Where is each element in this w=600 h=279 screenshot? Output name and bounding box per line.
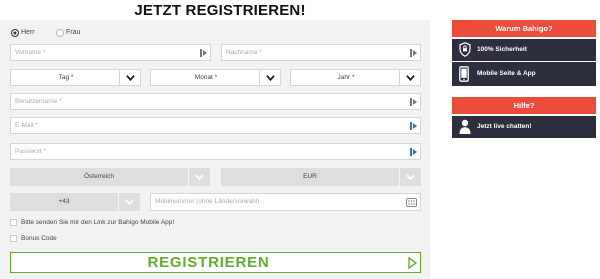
chevron-down-icon (125, 199, 134, 205)
currency-value: EUR (303, 173, 317, 180)
last-name-field[interactable]: Nachname * (221, 44, 421, 61)
mobile-app-label: Mobile Seite & App (477, 70, 536, 77)
shield-lock-icon (459, 42, 471, 57)
smartphone-icon (459, 66, 469, 82)
birth-day-select[interactable]: Tag * (10, 69, 141, 86)
mobile-number-placeholder: Mobilnummer (ohne Ländervorwahl) (155, 198, 260, 205)
birth-month-value: Monat * (194, 74, 218, 81)
autofill-icon (200, 49, 207, 57)
username-placeholder: Benutzername * (15, 98, 62, 105)
register-button-label: REGISTRIEREN (147, 254, 270, 271)
salutation-label-herr: Herr (21, 29, 35, 36)
security-item: 100% Sicherheit (452, 39, 596, 61)
autofill-icon (410, 148, 417, 156)
register-button[interactable]: REGISTRIEREN (10, 252, 421, 273)
security-label: 100% Sicherheit (477, 46, 527, 53)
why-bahigo-header: Warum Bahigo? (452, 20, 596, 37)
birth-year-select[interactable]: Jahr * (290, 69, 421, 86)
chevron-down-icon (126, 75, 135, 82)
birth-year-value: Jahr * (337, 74, 355, 81)
app-link-checkbox[interactable] (10, 219, 17, 226)
phone-prefix-dropdown-button[interactable] (118, 193, 140, 211)
email-placeholder: E-Mail * (15, 122, 38, 129)
first-name-placeholder: Vorname * (15, 49, 46, 56)
chevron-down-icon (266, 75, 275, 82)
birth-month-select[interactable]: Monat * (150, 69, 281, 86)
currency-select[interactable]: EUR (221, 168, 421, 186)
phone-prefix-select[interactable]: +43 (10, 193, 140, 211)
salutation-radio-herr[interactable] (11, 29, 19, 37)
bonus-code-checkbox[interactable] (10, 235, 17, 242)
password-placeholder: Passwort * (15, 148, 47, 155)
country-value: Österreich (84, 173, 114, 180)
live-chat-item[interactable]: Jetzt live chatten! (452, 116, 596, 138)
birth-day-value: Tag * (58, 74, 74, 81)
chevron-down-icon (195, 174, 204, 180)
birth-day-dropdown-button[interactable] (119, 70, 140, 85)
help-header: Hilfe? (452, 97, 596, 114)
country-dropdown-button[interactable] (188, 168, 210, 186)
phone-prefix-value: +43 (58, 198, 70, 205)
email-field[interactable]: E-Mail * (10, 117, 421, 134)
autofill-icon (410, 122, 417, 130)
username-field[interactable]: Benutzername * (10, 93, 421, 110)
currency-dropdown-button[interactable] (399, 168, 421, 186)
country-select[interactable]: Österreich (10, 168, 210, 186)
password-field[interactable]: Passwort * (10, 143, 421, 160)
keypad-icon (406, 198, 417, 207)
app-link-checkbox-label: Bitte senden Sie mir den Link zur Bahigo… (21, 219, 175, 226)
birth-month-dropdown-button[interactable] (259, 70, 280, 85)
first-name-field[interactable]: Vorname * (10, 44, 211, 61)
birth-year-dropdown-button[interactable] (399, 70, 420, 85)
salutation-label-frau: Frau (66, 29, 81, 36)
chevron-down-icon (406, 174, 415, 180)
person-icon (459, 119, 471, 134)
page-title: JETZT REGISTRIEREN! (134, 2, 306, 19)
autofill-icon (410, 49, 417, 57)
mobile-number-field[interactable]: Mobilnummer (ohne Ländervorwahl) (150, 193, 421, 211)
last-name-placeholder: Nachname * (226, 49, 262, 56)
live-chat-label: Jetzt live chatten! (477, 123, 532, 130)
bonus-code-checkbox-label: Bonus Code (21, 235, 57, 242)
play-arrow-icon (408, 257, 417, 269)
chevron-down-icon (406, 75, 415, 82)
autofill-icon (410, 98, 417, 106)
registration-form: Herr Frau Vorname * Nachname * Tag * Mon… (0, 20, 430, 279)
mobile-app-item[interactable]: Mobile Seite & App (452, 62, 596, 86)
salutation-radio-frau[interactable] (56, 29, 64, 37)
